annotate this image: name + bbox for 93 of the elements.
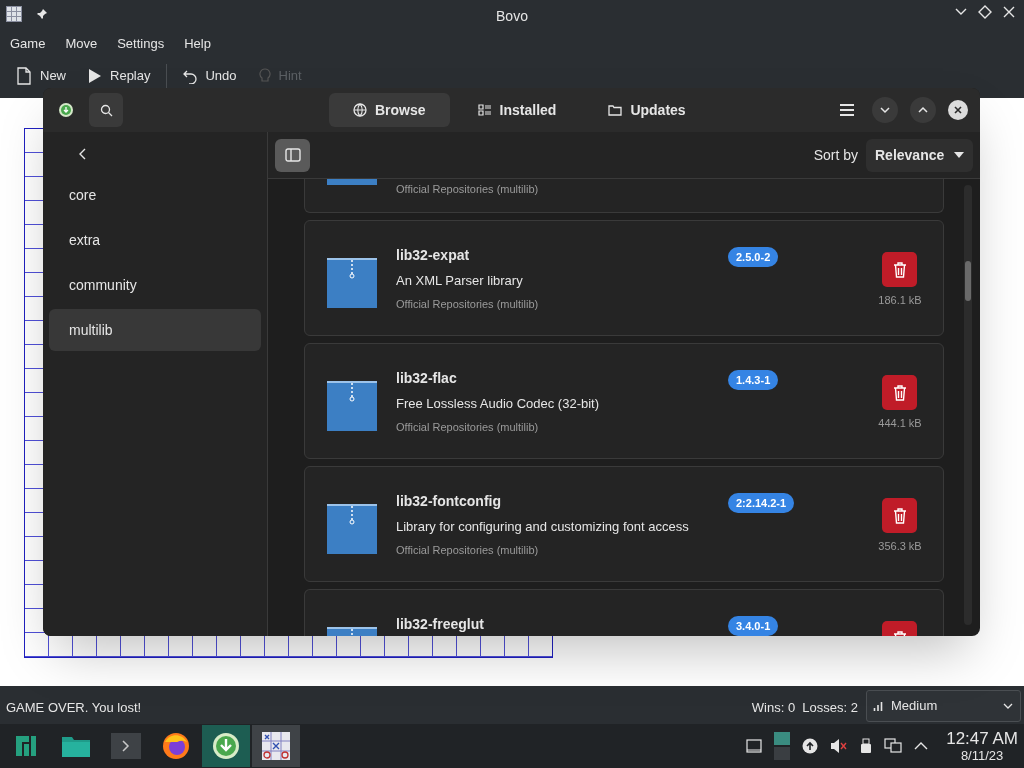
- tab[interactable]: Installed: [453, 93, 581, 127]
- folder-icon: [61, 734, 91, 758]
- board-game-icon: [262, 732, 290, 760]
- muted-speaker-icon[interactable]: [830, 738, 849, 754]
- pin-icon[interactable]: [36, 8, 48, 20]
- maximize-button[interactable]: [910, 97, 936, 123]
- desktop-pager-icon[interactable]: [774, 731, 791, 761]
- chevron-up-icon[interactable]: [914, 741, 929, 751]
- sort-label: Sort by: [813, 145, 858, 165]
- remove-button[interactable]: [882, 252, 917, 287]
- download-logo-icon: [58, 102, 74, 118]
- search-icon: [99, 103, 113, 117]
- package-name: lib32-fontconfig: [396, 492, 501, 511]
- package-description: Free Lossless Audio Codec (32-bit): [396, 395, 600, 413]
- package-archive-icon: [327, 381, 377, 431]
- sidebar-item[interactable]: extra: [49, 219, 261, 261]
- terminal-icon: [111, 733, 141, 759]
- network-icon[interactable]: [884, 738, 903, 754]
- folder-icon: [608, 103, 623, 117]
- menu-item[interactable]: Move: [55, 32, 108, 56]
- maximize-icon[interactable]: [978, 5, 992, 19]
- document-icon: [16, 67, 32, 85]
- bulb-icon: [258, 68, 271, 84]
- close-icon: [954, 106, 962, 114]
- tab[interactable]: Updates: [584, 93, 710, 127]
- repository-text: Official Repositories (multilib): [396, 297, 539, 312]
- menu-item[interactable]: Settings: [107, 32, 175, 56]
- score-text: Wins: 0 Losses: 2: [751, 699, 858, 717]
- status-text: GAME OVER. You lost!: [6, 699, 142, 717]
- toolbar-button[interactable]: New: [8, 64, 74, 88]
- upload-icon[interactable]: [802, 738, 819, 754]
- difficulty-dropdown[interactable]: Medium: [866, 690, 1021, 722]
- close-icon[interactable]: [1002, 5, 1016, 19]
- package-size: 186.1 kB: [877, 293, 923, 308]
- sidebar-toggle-button[interactable]: [275, 138, 310, 172]
- grid-icon: [6, 6, 22, 22]
- toolbar-button[interactable]: Replay: [80, 64, 159, 88]
- package-archive-icon: [327, 504, 377, 554]
- app-launcher-icon: [14, 734, 38, 758]
- taskbar-button[interactable]: [202, 725, 250, 767]
- package-description: Library for configuring and customizing font access: [396, 518, 689, 536]
- toolbar-button[interactable]: Undo: [175, 64, 245, 88]
- remove-button[interactable]: [882, 375, 917, 410]
- minimize-button[interactable]: [872, 97, 898, 123]
- sidebar-item[interactable]: core: [49, 174, 261, 216]
- repository-text: Official Repositories (multilib): [396, 543, 539, 558]
- scrollbar-track[interactable]: [964, 185, 972, 625]
- caret-icon: [954, 152, 964, 158]
- chevron-left-icon: [78, 147, 88, 161]
- clock-time[interactable]: 12:47 AM: [946, 728, 1018, 748]
- version-badge: 2.5.0-2: [728, 247, 779, 267]
- list-icon: [477, 103, 492, 117]
- close-button[interactable]: [948, 100, 968, 120]
- undo-icon: [183, 68, 198, 84]
- search-button[interactable]: [89, 93, 123, 127]
- window-title: Bovo: [495, 7, 529, 26]
- version-badge: 2:2.14.2-1: [728, 493, 795, 513]
- repository-text: Official Repositories (multilib): [396, 420, 539, 435]
- sidebar-item[interactable]: multilib: [49, 309, 261, 351]
- sidebar-item[interactable]: community: [49, 264, 261, 306]
- sort-dropdown[interactable]: Relevance: [866, 138, 973, 172]
- download-icon: [212, 732, 240, 760]
- menu-item[interactable]: Help: [174, 32, 221, 56]
- package-name: lib32-expat: [396, 246, 470, 265]
- version-badge: 3.4.0-1: [728, 616, 779, 636]
- package-archive-icon: [327, 258, 377, 308]
- package-name: lib32-flac: [396, 369, 457, 388]
- trash-icon: [892, 507, 907, 524]
- menu-icon: [840, 104, 854, 116]
- screen-icon[interactable]: [746, 739, 763, 753]
- menu-item[interactable]: Game: [0, 32, 56, 56]
- package-card[interactable]: lib32-expat An XML Parser library Official Repositories (multilib) 2.5.0-2 186.1 kB: [304, 220, 944, 336]
- package-description: An XML Parser library: [396, 272, 523, 290]
- package-card[interactable]: lib32-fontconfig Library for configuring and customizing font access Official Repositories (multilib) 2:2.14.2-1 356.3 kB: [304, 466, 944, 582]
- tab[interactable]: Browse: [329, 93, 450, 127]
- package-card[interactable]: lib32-freeglut 3.4.0-1: [304, 589, 944, 636]
- chevron-down-icon: [879, 104, 891, 116]
- taskbar-button[interactable]: [252, 725, 300, 767]
- signal-bars-icon: [873, 700, 885, 712]
- package-card[interactable]: lib32-flac Free Lossless Audio Codec (32-bit) Official Repositories (multilib) 1.4.3-1 444.1 kB: [304, 343, 944, 459]
- trash-icon: [892, 384, 907, 401]
- clock-date[interactable]: 8/11/23: [960, 747, 1004, 764]
- sidebar-icon: [284, 148, 301, 162]
- package-size: 444.1 kB: [877, 416, 923, 431]
- package-name: lib32-freeglut: [396, 615, 484, 634]
- trash-icon: [892, 261, 907, 278]
- play-icon: [88, 68, 102, 84]
- version-badge: 1.4.3-1: [728, 370, 779, 390]
- remove-button[interactable]: [882, 498, 917, 533]
- package-size: 356.3 kB: [877, 539, 923, 554]
- package-card[interactable]: Official Repositories (multilib): [304, 179, 944, 213]
- scrollbar-thumb[interactable]: [965, 261, 971, 301]
- repository-text: Official Repositories (multilib): [396, 182, 539, 197]
